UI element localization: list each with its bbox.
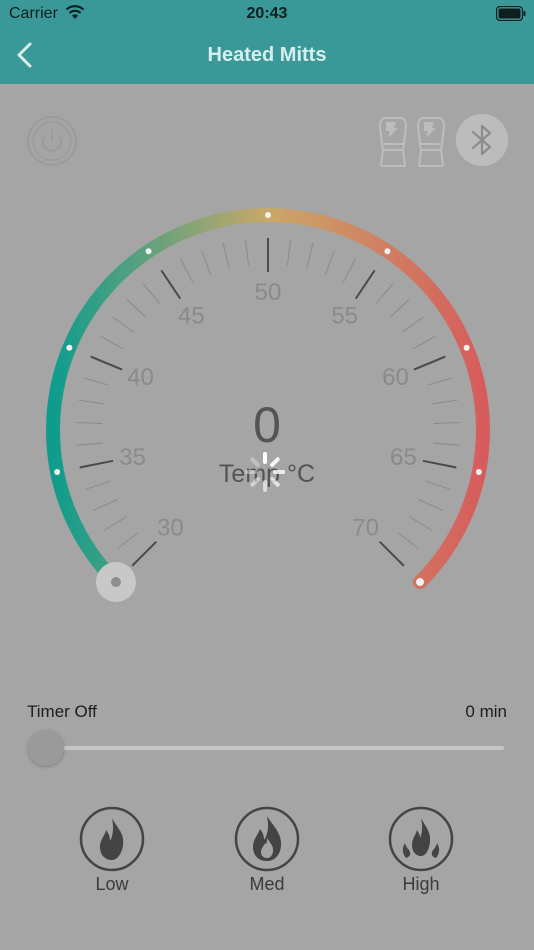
flame-high-icon [388,806,454,872]
gauge-label: 70 [352,515,379,542]
heat-high-button[interactable]: High [366,806,476,906]
power-icon[interactable] [27,116,77,166]
clock: 20:43 [246,5,288,22]
gauge-tick [306,243,314,269]
gauge-dot [66,344,73,351]
gauge-tick [126,299,147,318]
heat-low-button[interactable]: Low [57,806,167,906]
gauge-tick [93,499,118,511]
gauge-tick [160,269,182,300]
timer-slider-thumb[interactable] [28,730,64,766]
gauge-tick [375,283,394,305]
bluetooth-button[interactable] [456,114,508,166]
flame-med-icon [234,806,300,872]
gauge-end-dot [416,578,425,587]
battery-icon [496,6,526,21]
status-bar: Carrier 20:43 [0,0,534,28]
gauge-label: 30 [157,515,184,542]
gauge-tick [324,249,335,275]
gauge-tick [418,499,443,511]
heat-high-label: High [402,874,440,894]
gauge-tick [180,258,194,283]
timer-label: Timer Off [27,702,97,721]
bluetooth-icon [471,124,492,156]
gauge-label: 60 [382,364,409,391]
gauge-tick [244,239,249,266]
gauge-tick [100,335,124,350]
gauge-tick [389,299,410,318]
gauge-tick [398,532,420,550]
gauge-tick [142,283,161,305]
gauge-tick [354,269,376,300]
gauge-tick [131,541,157,567]
timer-slider[interactable] [26,728,508,768]
gauge-tick [342,258,356,283]
gauge-tick [90,355,123,371]
heat-med-button[interactable]: Med [212,806,322,906]
gauge-tick [427,377,453,386]
mitts-icon [379,117,445,167]
heat-low-label: Low [95,874,129,894]
gauge-thumb-center [110,577,121,588]
gauge-tick [116,532,138,550]
flame-low-icon [79,806,145,872]
gauge-dot [145,248,152,255]
current-temperature: 0 [253,397,281,453]
gauge-label: 40 [127,364,154,391]
gauge-tick [112,316,134,333]
timer-value: 0 min [465,702,507,721]
nav-bar: Heated Mitts [0,28,534,84]
gauge-tick [83,377,109,386]
gauge-label: 45 [178,302,205,329]
gauge-dot [463,344,470,351]
gauge-tick [409,516,432,531]
loading-spinner-icon [245,452,285,492]
heat-med-label: Med [249,874,285,894]
gauge-tick [379,541,405,567]
gauge-tick [287,239,292,266]
gauge-tick [222,243,230,269]
gauge-dot [265,212,271,218]
gauge-tick [402,316,424,333]
page-title: Heated Mitts [207,44,327,66]
gauge-dot [384,248,391,255]
gauge-tick [104,516,127,531]
gauge-tick [413,355,446,371]
gauge-label: 50 [255,279,282,306]
gauge-label: 55 [331,302,358,329]
gauge-tick [201,249,212,275]
timer-slider-track[interactable] [46,746,504,750]
gauge-tick [412,335,436,350]
